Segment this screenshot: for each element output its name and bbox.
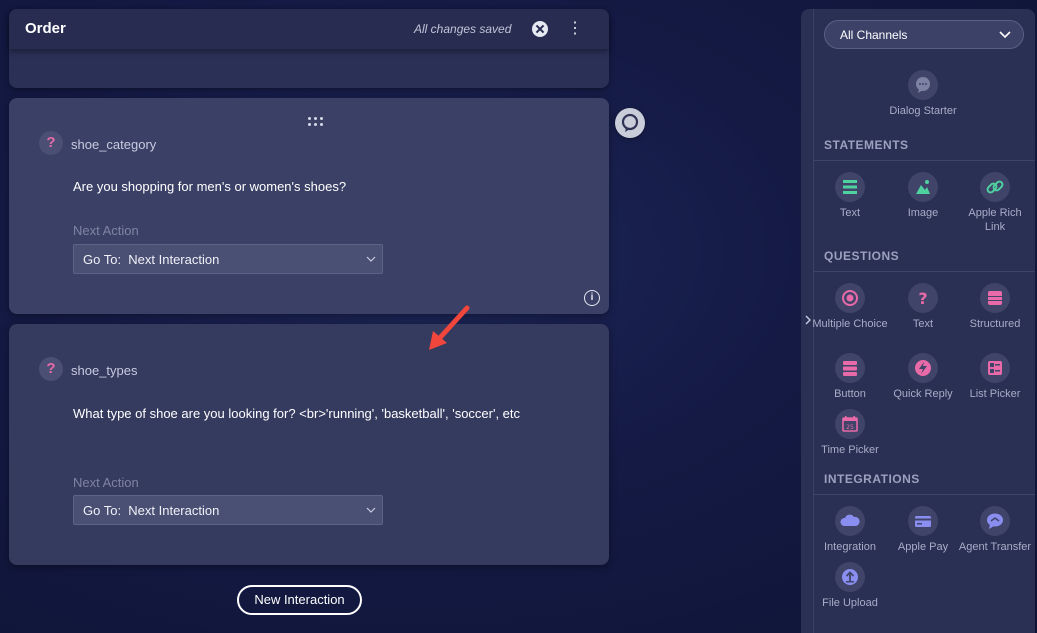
conversation-header-card: Order All changes saved ⋮ <box>9 9 609 88</box>
section-title-integrations: INTEGRATIONS <box>824 472 920 486</box>
tool-list-picker[interactable]: List Picker <box>957 353 1033 401</box>
tool-apple-rich-link[interactable]: Apple Rich Link <box>957 172 1033 234</box>
section-title-statements: STATEMENTS <box>824 138 909 152</box>
tool-label: Quick Reply <box>893 388 953 400</box>
lightning-icon <box>908 353 938 383</box>
tool-label: Text <box>912 318 934 330</box>
tool-image[interactable]: Image <box>885 172 961 220</box>
next-action-label: Next Action <box>73 223 139 238</box>
tool-label: Agent Transfer <box>958 541 1032 553</box>
tool-agent-transfer[interactable]: Agent Transfer <box>957 506 1033 554</box>
chevron-down-icon <box>366 507 376 513</box>
image-icon <box>908 172 938 202</box>
button-stack-icon <box>835 353 865 383</box>
chevron-right-icon[interactable] <box>804 315 812 325</box>
tool-multiple-choice[interactable]: Multiple Choice <box>812 283 888 331</box>
question-text[interactable]: Are you shopping for men's or women's sh… <box>73 179 346 194</box>
tool-label: Dialog Starter <box>889 105 957 117</box>
radio-button-icon <box>835 283 865 313</box>
section-title-questions: QUESTIONS <box>824 249 900 263</box>
tool-label: Text <box>839 207 861 219</box>
section-divider <box>814 160 1035 161</box>
next-action-value: Go To: Next Interaction <box>83 252 220 267</box>
tool-label: Button <box>834 388 866 400</box>
question-text[interactable]: What type of shoe are you looking for? <… <box>73 406 520 421</box>
interactions-panel: All Channels Dialog Starter STATEMENTS T… <box>801 9 1035 633</box>
tool-time-picker[interactable]: 25 Time Picker <box>812 409 888 457</box>
svg-text:25: 25 <box>846 424 854 431</box>
info-icon[interactable]: i <box>584 290 600 306</box>
tool-label: Integration <box>824 541 876 553</box>
tool-label: File Upload <box>822 597 878 609</box>
question-mark-icon: ? <box>908 283 938 313</box>
header-bar: Order All changes saved ⋮ <box>9 9 609 49</box>
text-lines-icon <box>835 172 865 202</box>
structured-card-icon <box>980 283 1010 313</box>
next-action-select[interactable]: Go To: Next Interaction <box>73 244 383 274</box>
section-divider <box>814 494 1035 495</box>
interaction-card[interactable]: ? shoe_category Are you shopping for men… <box>9 98 609 314</box>
tool-text-statement[interactable]: Text <box>812 172 888 220</box>
tool-quick-reply[interactable]: Quick Reply <box>885 353 961 401</box>
annotation-arrow-icon <box>429 305 470 350</box>
tool-dialog-starter[interactable]: Dialog Starter <box>885 70 961 118</box>
dialog-starter-icon <box>908 70 938 100</box>
tool-file-upload[interactable]: File Upload <box>812 562 888 610</box>
tool-label: List Picker <box>969 388 1021 400</box>
tool-text-question[interactable]: ? Text <box>885 283 961 331</box>
chevron-down-icon <box>366 256 376 262</box>
tool-apple-pay[interactable]: Apple Pay <box>885 506 961 554</box>
list-picker-icon <box>980 353 1010 383</box>
section-divider <box>814 271 1035 272</box>
svg-text:?: ? <box>918 289 927 308</box>
tool-integration[interactable]: Integration <box>812 506 888 554</box>
upload-icon <box>835 562 865 592</box>
more-options-icon[interactable]: ⋮ <box>566 19 584 39</box>
tool-structured[interactable]: Structured <box>957 283 1033 331</box>
tool-label: Apple Pay <box>897 541 949 553</box>
new-interaction-button[interactable]: New Interaction <box>237 585 362 615</box>
next-action-label: Next Action <box>73 475 139 490</box>
next-action-value: Go To: Next Interaction <box>83 503 220 518</box>
save-status: All changes saved <box>414 22 512 36</box>
question-icon: ? <box>39 131 63 155</box>
tool-label: Time Picker <box>821 444 879 456</box>
chevron-down-icon <box>999 31 1011 39</box>
close-icon[interactable] <box>532 21 548 37</box>
tool-label: Image <box>907 207 939 219</box>
interaction-name[interactable]: shoe_types <box>71 363 138 378</box>
channel-select[interactable]: All Channels <box>824 20 1024 49</box>
calendar-icon: 25 <box>835 409 865 439</box>
add-response-bubble-icon[interactable] <box>615 108 645 138</box>
tool-label: Structured <box>969 318 1021 330</box>
drag-handle-icon[interactable] <box>308 117 324 129</box>
question-icon: ? <box>39 357 63 381</box>
page-title: Order <box>25 20 66 37</box>
tool-label: Multiple Choice <box>812 318 888 330</box>
tool-button[interactable]: Button <box>812 353 888 401</box>
interaction-name[interactable]: shoe_category <box>71 137 156 152</box>
next-action-select[interactable]: Go To: Next Interaction <box>73 495 383 525</box>
credit-card-icon <box>908 506 938 536</box>
chat-transfer-icon <box>980 506 1010 536</box>
flow-canvas: Order All changes saved ⋮ ? shoe_categor… <box>0 0 800 633</box>
channel-select-value: All Channels <box>840 28 908 42</box>
cloud-icon <box>835 506 865 536</box>
tool-label: Apple Rich Link <box>968 207 1022 233</box>
link-icon <box>980 172 1010 202</box>
interaction-card[interactable]: ? shoe_types What type of shoe are you l… <box>9 324 609 565</box>
